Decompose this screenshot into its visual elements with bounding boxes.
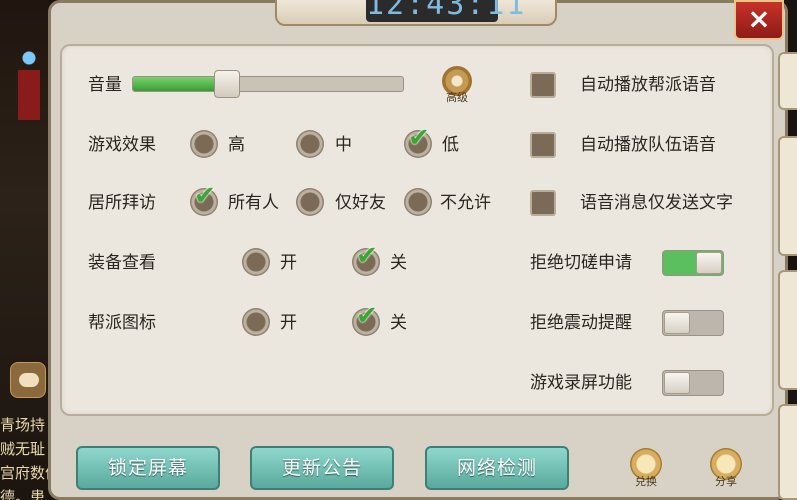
side-tab[interactable] <box>778 136 797 256</box>
side-text-line: 贼无耻 <box>0 440 46 458</box>
checkmark-icon: ✔ <box>356 301 378 331</box>
advanced-label: 高级 <box>446 91 468 104</box>
share-button[interactable]: 分享 <box>708 448 744 496</box>
checkmark-icon: ✔ <box>356 241 378 271</box>
equip-view-option: 开 <box>280 253 297 273</box>
game-effect-label: 游戏效果 <box>88 135 156 155</box>
checkmark-icon: ✔ <box>194 181 216 211</box>
home-visit-option: 不允许 <box>440 193 491 213</box>
screen-record-label: 游戏录屏功能 <box>530 373 632 393</box>
guild-icon-label: 帮派图标 <box>88 313 156 333</box>
lock-screen-button[interactable]: 锁定屏幕 <box>76 446 220 490</box>
reject-vibrate-label: 拒绝震动提醒 <box>530 313 632 333</box>
side-text-line: 德。患 <box>0 488 46 500</box>
side-tab[interactable] <box>778 270 797 390</box>
toggle-reject-duel[interactable] <box>662 250 724 276</box>
auto-guild-voice-label: 自动播放帮派语音 <box>580 75 716 95</box>
volume-slider-knob[interactable] <box>214 70 241 98</box>
guild-icon-option: 关 <box>390 313 407 333</box>
chat-bubble-icon[interactable] <box>10 362 46 398</box>
network-check-button[interactable]: 网络检测 <box>425 446 569 490</box>
reject-duel-label: 拒绝切磋申请 <box>530 253 632 273</box>
right-tab-strip <box>778 52 797 500</box>
redeem-button[interactable]: 兑换 <box>628 448 664 496</box>
checkmark-icon: ✔ <box>408 123 430 153</box>
pendant-icon <box>18 40 40 130</box>
checkbox-auto-guild-voice[interactable] <box>530 72 556 98</box>
side-tab[interactable] <box>778 52 797 110</box>
radio-guild-icon-on[interactable] <box>242 308 270 336</box>
toggle-knob <box>696 252 722 274</box>
background-sidebar: 青场持 贼无耻 宫府数值 德。患 <box>0 0 48 500</box>
voice-text-only-label: 语音消息仅发送文字 <box>580 193 733 213</box>
toggle-reject-vibrate[interactable] <box>662 310 724 336</box>
radio-home-visit-friends[interactable] <box>296 188 324 216</box>
radio-home-visit-everyone[interactable]: ✔ <box>190 182 218 216</box>
radio-game-effect-high[interactable] <box>190 130 218 158</box>
checkbox-voice-text-only[interactable] <box>530 190 556 216</box>
home-visit-label: 居所拜访 <box>88 193 156 213</box>
radio-guild-icon-off[interactable]: ✔ <box>352 302 380 336</box>
share-label: 分享 <box>715 475 737 488</box>
radio-home-visit-none[interactable] <box>404 188 432 216</box>
volume-label: 音量 <box>88 75 122 95</box>
settings-content <box>60 44 774 416</box>
game-effect-option: 高 <box>228 135 245 155</box>
clock-display: 12:43:11 <box>366 0 525 22</box>
checkbox-auto-team-voice[interactable] <box>530 132 556 158</box>
volume-slider[interactable] <box>132 76 404 92</box>
toggle-knob <box>664 372 690 394</box>
game-effect-option: 低 <box>442 135 459 155</box>
radio-equip-view-on[interactable] <box>242 248 270 276</box>
advanced-settings-button[interactable]: 高级 <box>440 66 474 106</box>
side-text-line: 宫府数值 <box>0 464 48 482</box>
radio-game-effect-mid[interactable] <box>296 130 324 158</box>
radio-game-effect-low[interactable]: ✔ <box>404 124 432 158</box>
toggle-knob <box>664 312 690 334</box>
home-visit-option: 所有人 <box>228 193 279 213</box>
redeem-label: 兑换 <box>635 475 657 488</box>
equip-view-label: 装备查看 <box>88 253 156 273</box>
side-text-line: 青场持 <box>0 416 46 434</box>
radio-equip-view-off[interactable]: ✔ <box>352 242 380 276</box>
home-visit-option: 仅好友 <box>335 193 386 213</box>
toggle-screen-record[interactable] <box>662 370 724 396</box>
update-notice-button[interactable]: 更新公告 <box>250 446 394 490</box>
auto-team-voice-label: 自动播放队伍语音 <box>580 135 716 155</box>
side-tab[interactable] <box>778 404 797 500</box>
equip-view-option: 关 <box>390 253 407 273</box>
guild-icon-option: 开 <box>280 313 297 333</box>
game-effect-option: 中 <box>335 135 352 155</box>
close-button[interactable]: × <box>734 0 784 40</box>
